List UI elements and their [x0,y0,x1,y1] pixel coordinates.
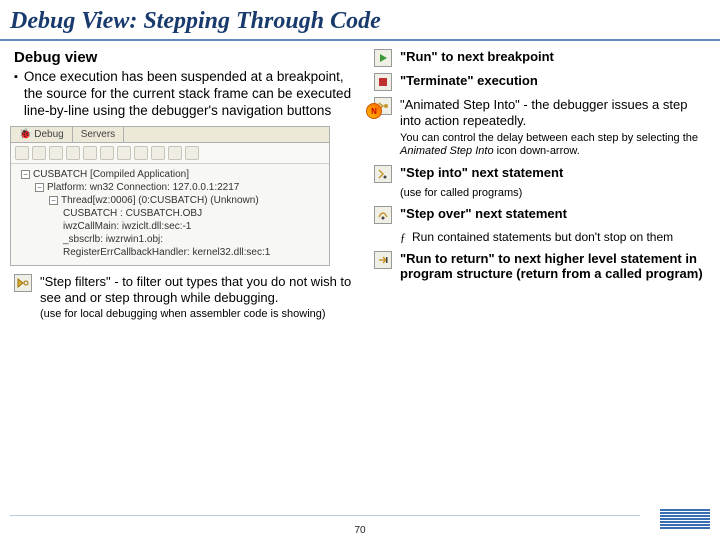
step-into-note: (use for called programs) [374,187,710,200]
animated-step-note: You can control the delay between each s… [374,132,710,158]
step-filters-row: "Step filters" - to filter out types tha… [14,274,364,322]
step-over-row: "Step over" next statement [374,206,710,224]
step-over-subnote: ƒ Run contained statements but don't sto… [374,230,710,245]
run-to-return-icon [374,251,392,269]
terminate-icon [374,73,392,91]
step-filters-note: (use for local debugging when assembler … [40,308,364,321]
run-icon [374,49,392,67]
toolbar-icon [134,146,148,160]
tab-servers: Servers [73,127,124,142]
left-column: Debug view ▪ Once execution has been sus… [14,49,364,321]
toolbar-icon [151,146,165,160]
new-badge-icon: N [366,103,382,119]
page-number: 70 [354,525,365,536]
step-over-label: "Step over" next statement [400,206,567,221]
toolbar-icon [49,146,63,160]
ibm-logo [660,509,710,534]
step-filters-text: "Step filters" - to filter out types tha… [40,274,364,307]
run-row: "Run" to next breakpoint [374,49,710,67]
footer-rule [10,515,640,516]
debug-view-screenshot: 🐞 Debug Servers −CUSBATCH [Compiled Appl… [10,126,330,266]
toolbar-icon [66,146,80,160]
screenshot-tabs: 🐞 Debug Servers [11,127,329,143]
toolbar-icon [83,146,97,160]
run-to-return-row: "Run to return" to next higher level sta… [374,251,710,282]
toolbar-icon [168,146,182,160]
animated-step-row: N "Animated Step Into" - the debugger is… [374,97,710,128]
tab-debug: 🐞 Debug [11,127,73,142]
step-into-icon [374,165,392,183]
content-area: Debug view ▪ Once execution has been sus… [0,41,720,321]
terminate-row: "Terminate" execution [374,73,710,91]
run-label: "Run" to next breakpoint [400,49,554,64]
bullet-marker: ▪ [14,69,18,120]
toolbar-icon [185,146,199,160]
bullet-item: ▪ Once execution has been suspended at a… [14,69,364,120]
toolbar-icon [100,146,114,160]
screenshot-tree: −CUSBATCH [Compiled Application] −Platfo… [11,164,329,265]
debug-view-heading: Debug view [14,49,364,66]
screenshot-toolbar [11,143,329,164]
step-into-label: "Step into" next statement [400,165,563,180]
step-filters-icon [14,274,32,292]
toolbar-icon [117,146,131,160]
toolbar-icon [15,146,29,160]
run-to-return-label: "Run to return" to next higher level sta… [400,251,703,282]
step-into-row: "Step into" next statement [374,165,710,183]
slide-title: Debug View: Stepping Through Code [0,0,720,41]
footer: 70 [0,521,720,540]
right-column: "Run" to next breakpoint "Terminate" exe… [374,49,710,321]
terminate-label: "Terminate" execution [400,73,538,88]
step-over-icon [374,206,392,224]
toolbar-icon [32,146,46,160]
animated-step-text: "Animated Step Into" - the debugger issu… [400,97,710,128]
bullet-text: Once execution has been suspended at a b… [24,69,364,120]
